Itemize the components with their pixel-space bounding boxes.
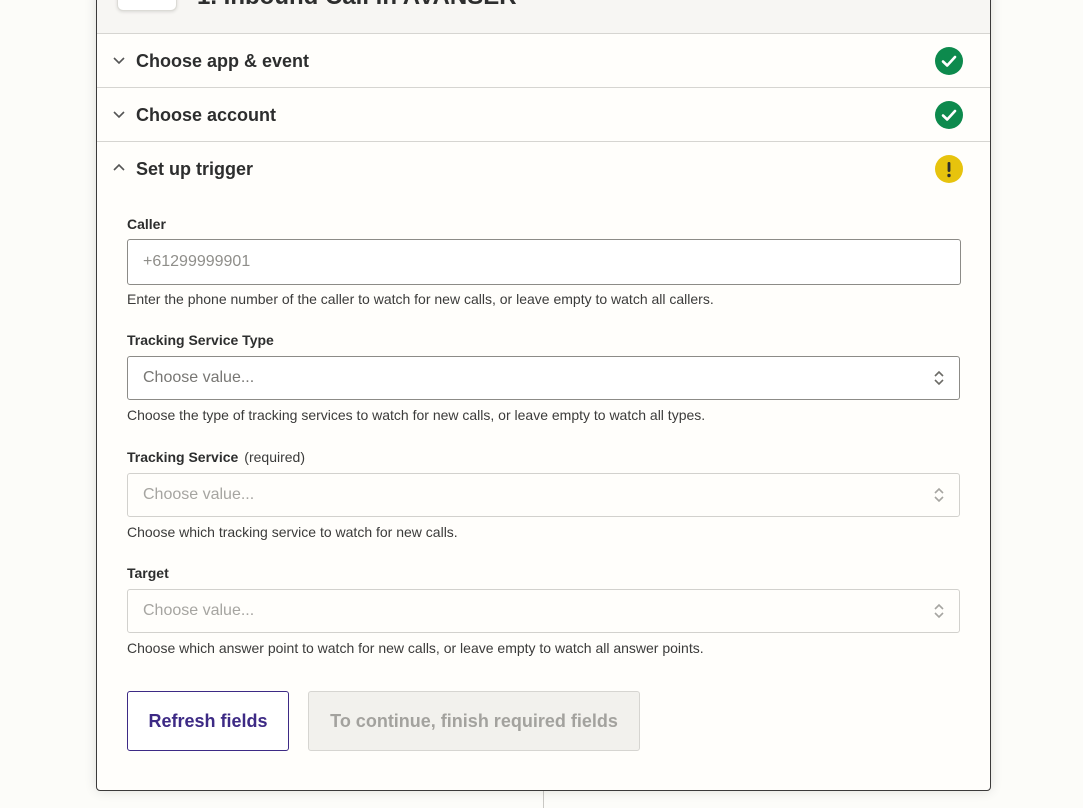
select-value: Choose value... — [143, 602, 255, 619]
step-connector-line — [543, 789, 544, 808]
target-select[interactable]: Choose value... — [127, 589, 960, 633]
app-icon — [117, 0, 177, 11]
section-choose-account[interactable]: Choose account — [97, 88, 990, 142]
caller-help: Enter the phone number of the caller to … — [127, 291, 714, 307]
section-title: Set up trigger — [136, 159, 254, 179]
tracking-service-type-select[interactable]: Choose value... — [127, 356, 960, 400]
required-indicator: (required) — [244, 449, 305, 465]
check-circle-icon — [935, 101, 963, 129]
select-value: Choose value... — [143, 369, 255, 386]
caller-input[interactable] — [127, 239, 961, 285]
step-card: 1. Inbound Call in AVANSER Choose app & … — [96, 0, 991, 791]
tracking-service-type-help: Choose the type of tracking services to … — [127, 407, 706, 423]
chevron-down-icon — [113, 111, 125, 119]
chevron-up-down-icon — [934, 370, 944, 386]
refresh-fields-button[interactable]: Refresh fields — [127, 691, 289, 751]
chevron-up-down-icon — [934, 487, 944, 503]
tracking-service-select[interactable]: Choose value... — [127, 473, 960, 517]
section-title: Choose account — [136, 105, 277, 125]
step-header: 1. Inbound Call in AVANSER — [97, 0, 990, 34]
caller-label: Caller — [127, 216, 166, 232]
tracking-service-type-label: Tracking Service Type — [127, 332, 274, 348]
tracking-service-help: Choose which tracking service to watch f… — [127, 524, 458, 540]
continue-button[interactable]: To continue, finish required fields — [308, 691, 640, 751]
check-circle-icon — [935, 47, 963, 75]
warning-icon — [935, 155, 963, 183]
section-choose-app-event[interactable]: Choose app & event — [97, 34, 990, 88]
tracking-service-label-text: Tracking Service — [127, 449, 239, 465]
target-label: Target — [127, 565, 169, 581]
step-title: 1. Inbound Call in AVANSER — [197, 0, 517, 11]
section-title: Choose app & event — [136, 51, 310, 71]
section-set-up-trigger[interactable]: Set up trigger — [97, 142, 990, 196]
chevron-down-icon — [113, 57, 125, 65]
chevron-up-down-icon — [934, 603, 944, 619]
select-value: Choose value... — [143, 486, 255, 503]
chevron-up-icon — [113, 163, 125, 171]
target-help: Choose which answer point to watch for n… — [127, 640, 704, 656]
tracking-service-label: Tracking Service (required) — [127, 449, 305, 465]
